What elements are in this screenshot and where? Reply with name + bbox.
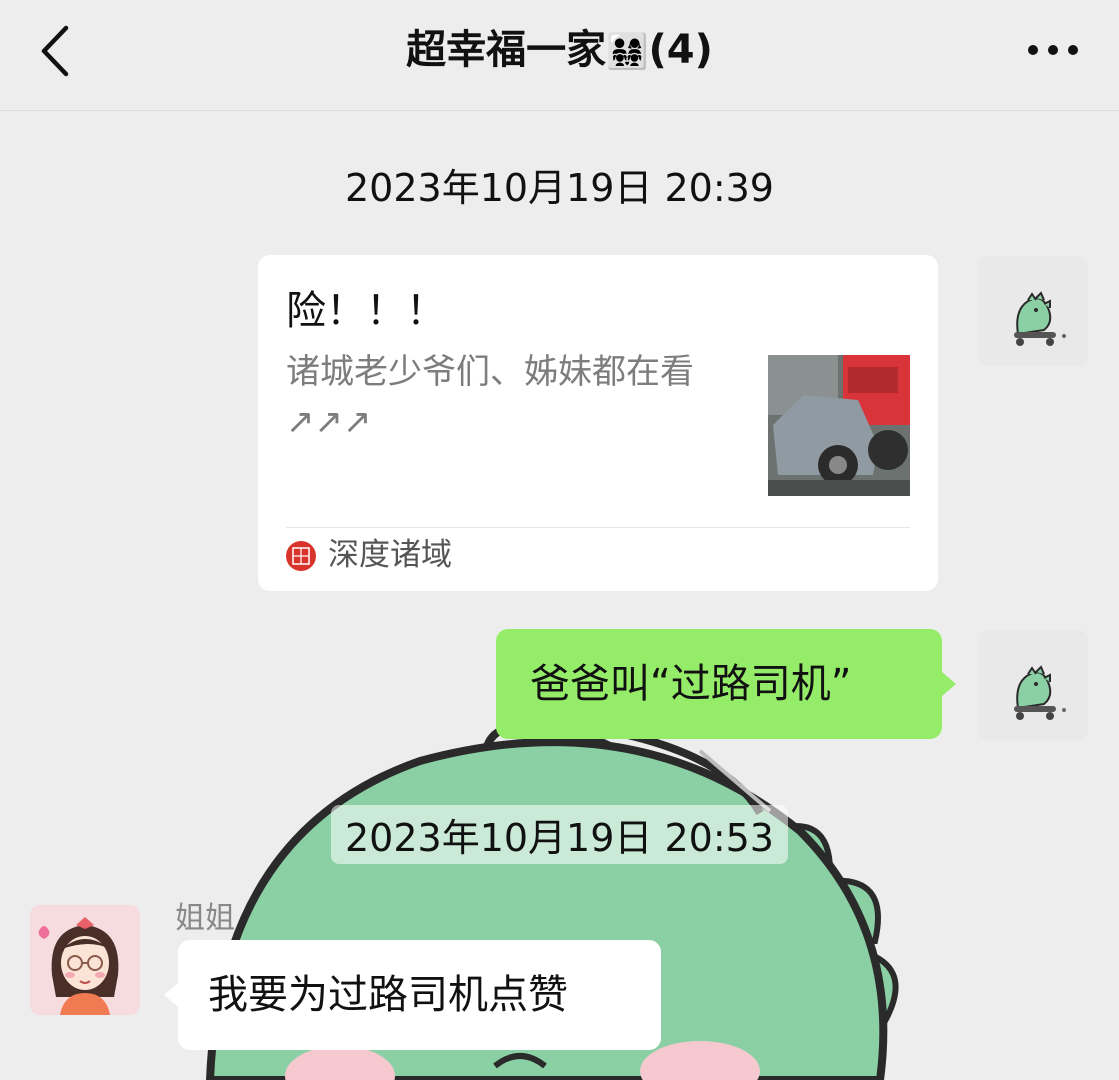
chat-title: 超幸福一家👨‍👩‍👧‍👧(4) bbox=[0, 24, 1119, 78]
card-source: 深度诸域 bbox=[328, 537, 452, 573]
sender-avatar[interactable] bbox=[30, 905, 140, 1015]
girl-avatar-icon bbox=[30, 905, 140, 1015]
incoming-message-bubble[interactable]: 我要为过路司机点赞 bbox=[164, 940, 661, 1050]
outgoing-message-text: 爸爸叫“过路司机” bbox=[530, 661, 852, 707]
group-name: 超幸福一家 bbox=[406, 27, 607, 73]
outgoing-message-bubble[interactable]: 爸爸叫“过路司机” bbox=[496, 629, 956, 739]
member-count: (4) bbox=[648, 27, 713, 73]
card-description: 诸城老少爷们、姊妹都在看↗↗↗ bbox=[286, 352, 694, 442]
timestamp-text: 2023年10月19日 20:39 bbox=[344, 166, 774, 210]
card-thumbnail-image bbox=[768, 355, 910, 496]
family-emoji: 👨‍👩‍👧‍👧 bbox=[606, 32, 649, 72]
dinosaur-avatar-icon bbox=[1014, 665, 1066, 720]
official-account-icon bbox=[286, 541, 316, 571]
chat-header: 超幸福一家👨‍👩‍👧‍👧(4) bbox=[0, 0, 1119, 111]
more-button[interactable] bbox=[1019, 26, 1089, 76]
card-title: 险！！！ bbox=[286, 288, 446, 334]
card-divider bbox=[286, 527, 910, 528]
message-list[interactable]: 2023年10月19日 20:39 险！！！ 诸城老少爷们、姊妹都在看↗↗↗ 深… bbox=[0, 111, 1119, 1080]
timestamp: 2023年10月19日 20:53 bbox=[0, 805, 1119, 864]
timestamp-text: 2023年10月19日 20:53 bbox=[330, 805, 788, 864]
link-card[interactable]: 险！！！ 诸城老少爷们、姊妹都在看↗↗↗ 深度诸域 bbox=[258, 255, 938, 591]
my-avatar[interactable] bbox=[978, 256, 1088, 366]
dinosaur-avatar-icon bbox=[1014, 291, 1066, 346]
incoming-message-text: 我要为过路司机点赞 bbox=[208, 972, 568, 1018]
timestamp: 2023年10月19日 20:39 bbox=[0, 155, 1119, 214]
my-avatar[interactable] bbox=[978, 630, 1088, 740]
more-dots-icon bbox=[1028, 45, 1078, 55]
sender-name: 姐姐 bbox=[175, 901, 235, 936]
